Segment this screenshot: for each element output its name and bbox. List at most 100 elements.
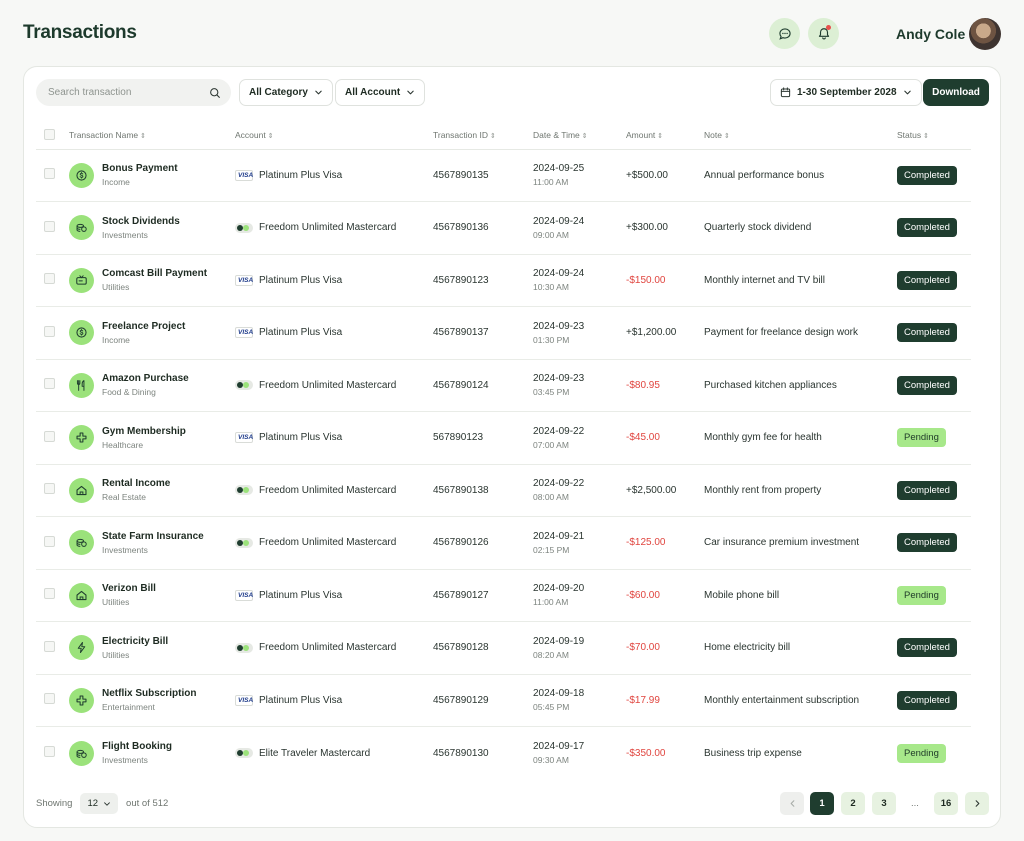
transaction-id: 4567890136 <box>433 201 533 255</box>
account-name: Freedom Unlimited Mastercard <box>259 484 397 496</box>
transaction-name[interactable]: Amazon Purchase <box>102 373 189 384</box>
row-checkbox[interactable] <box>44 168 55 180</box>
status-badge: Pending <box>897 743 946 763</box>
page-button-1[interactable]: 1 <box>810 792 834 815</box>
table-row[interactable]: Electricity Bill Utilities Freedom Unlimit… <box>36 621 971 675</box>
avatar[interactable] <box>969 18 1001 50</box>
table-row[interactable]: State Farm Insurance Investments Freedom U… <box>36 516 971 570</box>
datetime-cell: 2024-09-24 09:00 AM <box>533 201 626 255</box>
transaction-time: 03:45 PM <box>533 387 570 398</box>
column-header-id[interactable]: Transaction ID ⇕ <box>433 122 533 150</box>
table-row[interactable]: Bonus Payment Income VISA Platinum Plus Vis… <box>36 149 971 202</box>
account-name: Freedom Unlimited Mastercard <box>259 642 397 654</box>
download-button[interactable]: Download <box>923 79 989 106</box>
next-page-button[interactable] <box>965 792 989 815</box>
table-row[interactable]: Netflix Subscription Entertainment VISA Pla… <box>36 674 971 727</box>
transaction-category: Investments <box>102 544 148 555</box>
notifications-button[interactable] <box>808 18 839 49</box>
row-checkbox[interactable] <box>44 693 55 705</box>
transaction-name[interactable]: Comcast Bill Payment <box>102 268 207 279</box>
table-row[interactable]: Amazon Purchase Food & Dining Freedom Unli… <box>36 359 971 412</box>
table-row[interactable]: Gym Membership Healthcare VISA Platinum Plu… <box>36 411 971 465</box>
column-header-name[interactable]: Transaction Name ⇕ <box>69 122 235 150</box>
transaction-time: 11:00 AM <box>533 177 569 188</box>
column-header-status[interactable]: Status ⇕ <box>897 122 971 150</box>
column-header-datetime[interactable]: Date & Time ⇕ <box>533 122 626 150</box>
prev-page-button[interactable] <box>780 792 804 815</box>
account-cell: VISA Platinum Plus Visa <box>235 674 433 727</box>
column-header-amount[interactable]: Amount ⇕ <box>626 122 704 150</box>
column-header-label: Account <box>235 130 266 141</box>
transaction-name[interactable]: State Farm Insurance <box>102 531 204 542</box>
account-name: Freedom Unlimited Mastercard <box>259 379 397 391</box>
account-name: Platinum Plus Visa <box>259 589 343 601</box>
sort-icon: ⇕ <box>581 133 588 141</box>
transaction-category: Entertainment <box>102 702 155 713</box>
transaction-note: Annual performance bonus <box>704 149 897 202</box>
account-cell: VISA Platinum Plus Visa <box>235 411 433 465</box>
column-header-note[interactable]: Note ⇕ <box>704 122 897 150</box>
row-checkbox[interactable] <box>44 430 55 442</box>
table-row[interactable]: Verizon Bill Utilities VISA Platinum Plus V… <box>36 569 971 622</box>
account-filter-dropdown[interactable]: All Account <box>335 79 426 106</box>
select-cell <box>36 149 69 202</box>
row-checkbox[interactable] <box>44 640 55 652</box>
row-checkbox[interactable] <box>44 535 55 547</box>
page-button-2[interactable]: 2 <box>841 792 865 815</box>
sort-icon: ⇕ <box>657 133 664 141</box>
table-row[interactable]: Stock Dividends Investments Freedom Unlimi… <box>36 201 971 255</box>
status-cell: Completed <box>897 254 971 307</box>
search-icon[interactable] <box>209 87 221 99</box>
table-row[interactable]: Flight Booking Investments Elite Traveler … <box>36 727 971 780</box>
row-checkbox[interactable] <box>44 273 55 285</box>
transaction-id: 4567890130 <box>433 747 489 759</box>
transaction-id: 4567890124 <box>433 359 533 412</box>
transaction-date: 2024-09-24 <box>533 268 585 280</box>
column-header-account[interactable]: Account ⇕ <box>235 122 433 150</box>
sort-icon: ⇕ <box>267 133 274 141</box>
search-bar[interactable] <box>36 79 231 106</box>
transaction-name[interactable]: Rental Income <box>102 478 170 489</box>
datetime-cell: 2024-09-23 03:45 PM <box>533 359 626 412</box>
select-all-checkbox[interactable] <box>44 128 55 140</box>
status-cell: Completed <box>897 306 971 360</box>
row-checkbox[interactable] <box>44 378 55 390</box>
transaction-name[interactable]: Bonus Payment <box>102 163 178 174</box>
category-filter-dropdown[interactable]: All Category <box>239 79 333 106</box>
table-row[interactable]: Rental Income Real Estate Freedom Unlimite… <box>36 464 971 517</box>
datetime-cell: 2024-09-25 11:00 AM <box>533 149 626 202</box>
search-input[interactable] <box>48 87 209 98</box>
transaction-name[interactable]: Netflix Subscription <box>102 688 196 699</box>
transaction-category: Food & Dining <box>102 387 156 398</box>
pagination-summary: Showing 12 out of 512 <box>36 793 168 814</box>
row-checkbox[interactable] <box>44 483 55 495</box>
category-icon-badge <box>69 267 94 293</box>
top-bar: Transactions Andy Cole <box>0 0 1024 66</box>
transaction-name[interactable]: Flight Booking <box>102 741 172 752</box>
row-checkbox[interactable] <box>44 588 55 600</box>
row-checkbox[interactable] <box>44 220 55 232</box>
account-name: Elite Traveler Mastercard <box>259 747 371 759</box>
table-row[interactable]: Freelance Project Income VISA Platinum Plus… <box>36 306 971 360</box>
row-checkbox[interactable] <box>44 746 55 757</box>
row-checkbox[interactable] <box>44 325 55 337</box>
transaction-name[interactable]: Electricity Bill <box>102 636 168 647</box>
status-badge: Pending <box>897 585 946 605</box>
transaction-name[interactable]: Freelance Project <box>102 321 185 332</box>
page-button-16[interactable]: 16 <box>934 792 958 815</box>
table-row[interactable]: Comcast Bill Payment Utilities VISA Platinu… <box>36 254 971 307</box>
category-filter-label: All Category <box>249 87 308 98</box>
status-cell: Completed <box>897 674 971 727</box>
sort-icon: ⇕ <box>723 133 730 141</box>
page-button-3[interactable]: 3 <box>872 792 896 815</box>
transaction-time: 09:00 AM <box>533 229 569 240</box>
transaction-name[interactable]: Gym Membership <box>102 426 186 437</box>
health-cross-icon <box>76 695 87 706</box>
rows-per-page-select[interactable]: 12 <box>80 793 119 814</box>
messages-button[interactable] <box>769 18 800 49</box>
transaction-name[interactable]: Verizon Bill <box>102 583 156 594</box>
transaction-id: 567890123 <box>433 411 533 465</box>
date-range-picker[interactable]: 1-30 September 2028 <box>770 79 922 106</box>
user-name[interactable]: Andy Cole <box>896 26 965 42</box>
transaction-name[interactable]: Stock Dividends <box>102 216 180 227</box>
